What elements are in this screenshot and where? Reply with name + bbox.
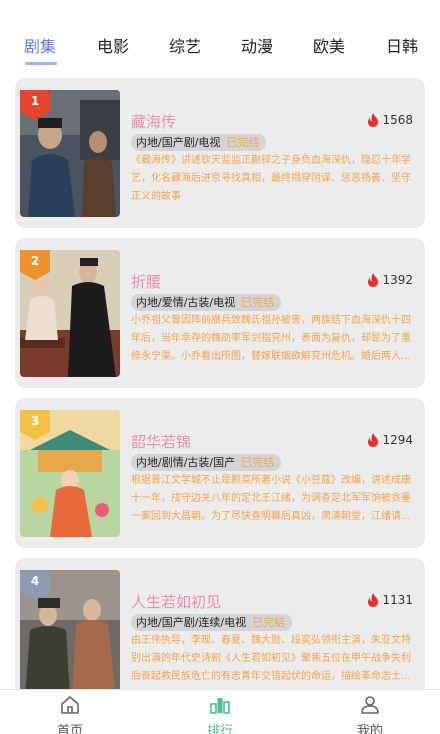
item-title[interactable]: 人生若如初见 (131, 591, 221, 612)
heat-count: 1294 (367, 433, 413, 447)
genre-tag: 内地/剧情/古装/国产 (131, 454, 240, 471)
genre-tag: 内地/国产剧/电视 (131, 134, 225, 151)
rank-badge: 2 (20, 250, 50, 280)
genre-tag: 内地/国产剧/连续/电视 (131, 614, 251, 631)
flame-icon (368, 433, 379, 447)
flame-icon (368, 593, 379, 607)
item-description: 小乔祖父曾因阵前撤兵致魏氏祖孙被害，两族结下血海深仇十四年后，当年幸存的魏劭率军… (131, 315, 411, 362)
nav-home[interactable]: 首页 (40, 696, 100, 734)
list-item[interactable]: 4 人生若如初见 1131 内地/国产剧/连续/电视 已完结 由王伟执导，李现、… (15, 558, 425, 708)
active-tab-indicator (25, 62, 57, 65)
item-description: 《藏海传》讲述钦天监监正蒯铎之子身负血海深仇，隐忍十年学艺，化名藏海后进京寻找真… (131, 155, 411, 202)
nav-label: 首页 (56, 724, 83, 734)
tab-variety[interactable]: 综艺 (169, 33, 201, 57)
list-item[interactable]: 2 折腰 1392 内地/爱情/古装/电视 已完结 小乔祖父曾因阵前撤兵致魏氏祖… (15, 238, 425, 388)
tag-row: 内地/国产剧/连续/电视 已完结 (131, 614, 293, 631)
ranking-icon (210, 698, 230, 714)
heat-count: 1131 (367, 593, 413, 607)
user-icon (361, 696, 379, 714)
tab-series[interactable]: 剧集 (24, 33, 56, 57)
tab-western[interactable]: 欧美 (313, 33, 345, 57)
rank-number: 3 (30, 414, 40, 428)
bottom-nav: 首页 排行 我的 (0, 689, 440, 734)
heat-value: 1568 (382, 113, 413, 127)
nav-ranking[interactable]: 排行 (190, 696, 250, 734)
rank-badge: 1 (20, 90, 50, 120)
tag-row: 内地/剧情/古装/国产 已完结 (131, 454, 282, 471)
heat-value: 1131 (382, 593, 413, 607)
item-title[interactable]: 折腰 (131, 271, 161, 292)
tab-movies[interactable]: 电影 (97, 33, 129, 57)
heat-count: 1392 (367, 273, 413, 287)
rank-badge: 4 (20, 570, 50, 600)
category-tabs: 剧集 电影 综艺 动漫 欧美 日韩 (0, 0, 440, 72)
ranking-list: 1 藏海传 1568 内地/国产剧/电视 已完结 《藏海传》讲述钦天监监正蒯铎之… (15, 78, 425, 718)
flame-icon (368, 273, 379, 287)
status-badge: 已完结 (224, 134, 267, 151)
home-icon (61, 696, 79, 714)
genre-tag: 内地/爱情/古装/电视 (131, 294, 240, 311)
heat-count: 1568 (367, 113, 413, 127)
rank-badge: 3 (20, 410, 50, 440)
tag-row: 内地/国产剧/电视 已完结 (131, 134, 267, 151)
nav-profile[interactable]: 我的 (340, 696, 400, 734)
tag-row: 内地/爱情/古装/电视 已完结 (131, 294, 282, 311)
app-root: 剧集 电影 综艺 动漫 欧美 日韩 1 藏海传 1568 内地/国产剧/电视 已… (0, 0, 440, 734)
tab-anime[interactable]: 动漫 (241, 33, 273, 57)
nav-label: 排行 (206, 724, 233, 734)
status-badge: 已完结 (239, 294, 282, 311)
status-badge: 已完结 (250, 614, 293, 631)
rank-number: 4 (30, 574, 40, 588)
nav-label: 我的 (356, 724, 383, 734)
heat-value: 1294 (382, 433, 413, 447)
rank-number: 2 (30, 254, 40, 268)
tab-japan-korea[interactable]: 日韩 (386, 33, 418, 57)
item-description: 根据晋江文学城不止是颗菜所著小说《小豆蔻》改编，讲述成康十一年，戍守边关八年的定… (131, 475, 411, 522)
status-badge: 已完结 (239, 454, 282, 471)
list-item[interactable]: 1 藏海传 1568 内地/国产剧/电视 已完结 《藏海传》讲述钦天监监正蒯铎之… (15, 78, 425, 228)
list-item[interactable]: 3 韶华若锦 1294 内地/剧情/古装/国产 已完结 根据晋江文学城不止是颗菜… (15, 398, 425, 548)
item-title[interactable]: 韶华若锦 (131, 431, 191, 452)
item-title[interactable]: 藏海传 (131, 111, 176, 132)
heat-value: 1392 (382, 273, 413, 287)
flame-icon (368, 113, 379, 127)
item-description: 由王伟执导，李现、春夏、魏大勋、段奕弘领衔主演，朱亚文特别出演的年代史诗剧《人生… (131, 635, 411, 682)
rank-number: 1 (30, 94, 40, 108)
